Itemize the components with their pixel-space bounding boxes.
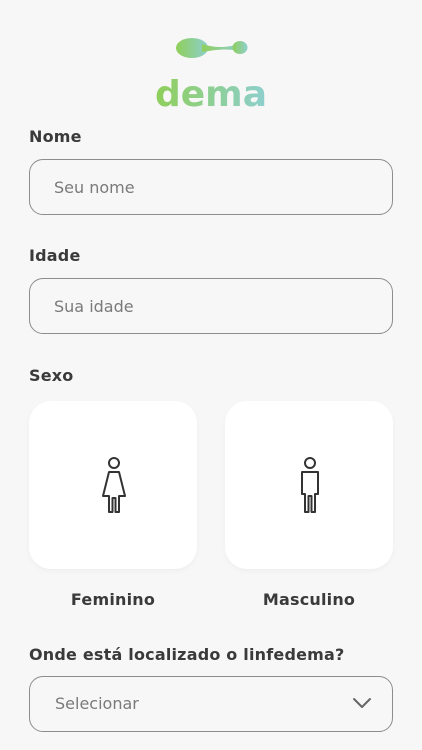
logo-wordmark: dema	[155, 74, 267, 114]
location-select[interactable]: Selecionar	[29, 676, 393, 732]
female-option-card[interactable]	[29, 401, 197, 569]
male-option-label: Masculino	[262, 590, 356, 609]
male-figure-icon	[301, 457, 319, 513]
age-input[interactable]	[29, 278, 393, 334]
male-option-card[interactable]	[225, 401, 393, 569]
location-label: Onde está localizado o linfedema?	[29, 645, 345, 664]
female-figure-icon	[102, 457, 126, 513]
sex-label: Sexo	[29, 366, 74, 385]
location-select-value: Selecionar	[55, 694, 139, 713]
chevron-down-icon	[353, 698, 371, 708]
age-label: Idade	[29, 246, 81, 265]
logo-mark-icon	[176, 38, 248, 58]
female-option-label: Feminino	[70, 590, 156, 609]
dema-logo: dema	[150, 34, 272, 114]
name-label: Nome	[29, 127, 82, 146]
name-input[interactable]	[29, 159, 393, 215]
